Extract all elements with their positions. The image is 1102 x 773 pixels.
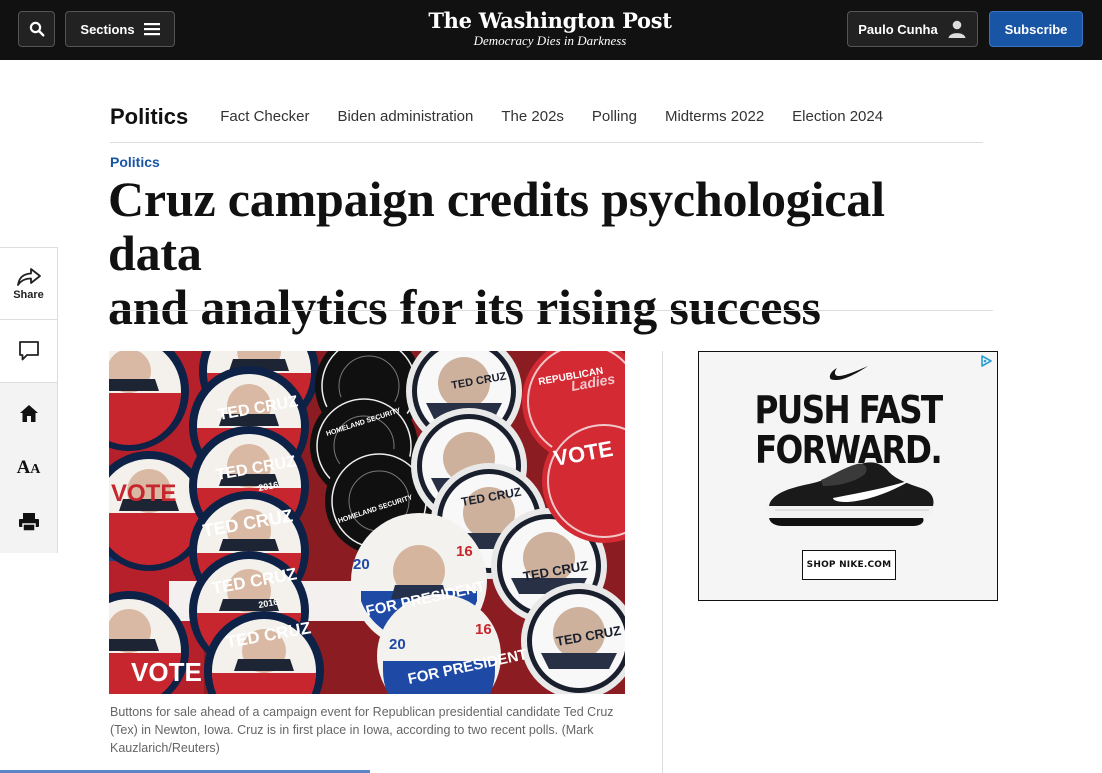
text-size-icon: AA — [16, 457, 41, 478]
sections-button[interactable]: Sections — [65, 11, 175, 47]
article-photo[interactable]: TED CRUZ TED CRUZ TED CRUZ TED CRUZ TED … — [109, 351, 625, 694]
headline-divider — [110, 310, 993, 311]
user-name: Paulo Cunha — [858, 21, 938, 37]
headline-line-2: and analytics for its rising success — [108, 279, 821, 335]
campaign-buttons-image: TED CRUZ TED CRUZ TED CRUZ TED CRUZ TED … — [109, 351, 625, 694]
photo-text-vote-3: VOTE — [131, 657, 202, 687]
article-tools-rail: Share AA — [0, 247, 58, 553]
home-icon — [19, 404, 38, 422]
adchoices-icon[interactable] — [980, 355, 992, 367]
user-account-button[interactable]: Paulo Cunha — [847, 11, 978, 47]
column-divider — [662, 351, 663, 773]
nav-link-midterms-2022[interactable]: Midterms 2022 — [665, 108, 764, 125]
hamburger-menu-icon — [143, 23, 160, 36]
nav-link-polling[interactable]: Polling — [592, 108, 637, 125]
ad-headline-line-1: PUSH FAST — [754, 388, 944, 432]
masthead-logo[interactable]: The Washington Post Democracy Dies in Da… — [400, 8, 700, 48]
nike-swoosh-logo — [829, 366, 868, 380]
ad-cta-button[interactable]: SHOP NIKE.COM — [802, 550, 896, 580]
comments-button[interactable] — [0, 320, 57, 383]
nav-link-the-202s[interactable]: The 202s — [501, 108, 564, 125]
share-arrow-icon — [16, 267, 41, 286]
top-bar: Sections The Washington Post Democracy D… — [0, 0, 1102, 60]
photo-text-20-1: 20 — [353, 556, 370, 573]
share-button[interactable]: Share — [0, 248, 57, 320]
share-label: Share — [13, 288, 44, 301]
search-icon — [29, 21, 45, 37]
print-button[interactable] — [0, 502, 57, 542]
headline-line-1: Cruz campaign credits psychological data — [108, 171, 885, 281]
photo-text-16-2: 16 — [475, 621, 492, 638]
masthead-name: The Washington Post — [428, 8, 672, 33]
nav-link-biden-administration[interactable]: Biden administration — [337, 108, 473, 125]
text-size-button[interactable]: AA — [0, 448, 57, 488]
photo-text-16-1: 16 — [456, 543, 473, 560]
photo-text-vote-1: VOTE — [111, 480, 176, 507]
running-shoe-image — [766, 462, 934, 526]
user-icon — [948, 20, 966, 38]
section-nav: Politics Fact Checker Biden administrati… — [110, 95, 983, 143]
nav-link-election-2024[interactable]: Election 2024 — [792, 108, 883, 125]
article-kicker[interactable]: Politics — [110, 154, 160, 170]
home-button[interactable] — [0, 393, 57, 433]
section-title[interactable]: Politics — [110, 104, 188, 130]
search-button[interactable] — [18, 11, 55, 47]
advertisement[interactable]: PUSH FAST FORWARD. SHOP NIKE.COM — [698, 351, 998, 601]
print-icon — [18, 513, 39, 532]
photo-caption: Buttons for sale ahead of a campaign eve… — [110, 705, 614, 755]
sections-label: Sections — [80, 21, 135, 37]
photo-text-20-2: 20 — [389, 636, 406, 653]
nav-link-fact-checker[interactable]: Fact Checker — [220, 108, 309, 125]
masthead-tagline: Democracy Dies in Darkness — [473, 33, 627, 48]
comment-icon — [18, 341, 39, 361]
subscribe-button[interactable]: Subscribe — [989, 11, 1083, 47]
